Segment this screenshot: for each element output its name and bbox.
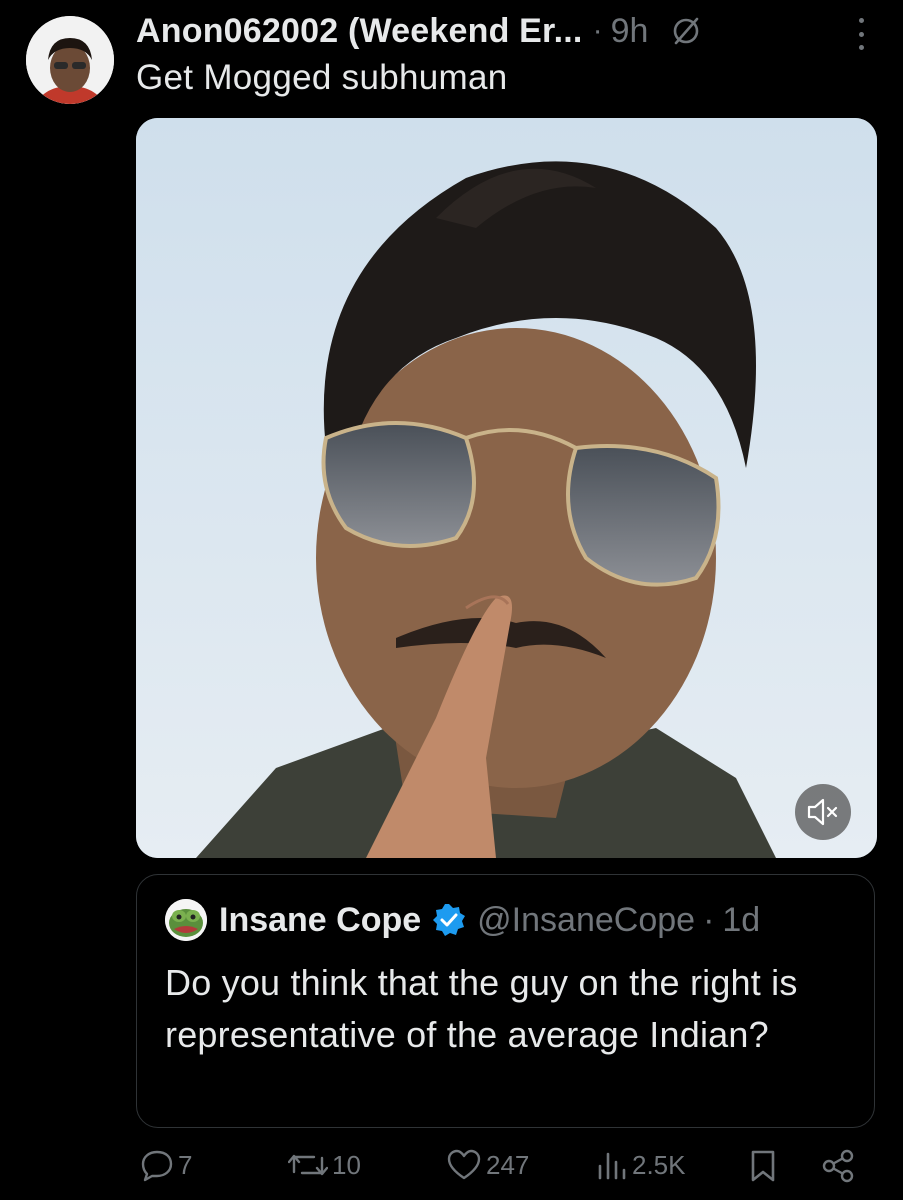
share-icon	[822, 1149, 854, 1183]
quoted-author-avatar[interactable]	[165, 899, 207, 941]
header-separator: ·	[592, 14, 603, 47]
author-avatar[interactable]	[26, 16, 114, 104]
repost-button[interactable]: 10	[288, 1148, 361, 1182]
view-count: 2.5K	[632, 1149, 686, 1180]
like-count: 247	[486, 1149, 530, 1180]
quoted-tweet-text: Do you think that the guy on the right i…	[165, 962, 798, 1055]
quoted-tweet-header: Insane Cope @InsaneCope · 1d	[165, 899, 760, 941]
reply-icon	[141, 1150, 173, 1182]
tweet-timestamp[interactable]: 9h	[611, 12, 649, 51]
tweet-action-bar: 7 10 247 2.5K	[0, 1148, 903, 1198]
like-button[interactable]: 247	[446, 1148, 529, 1182]
reply-button[interactable]: 7	[140, 1148, 192, 1182]
repost-count: 10	[332, 1149, 361, 1180]
quoted-author-name[interactable]: Insane Cope	[219, 901, 421, 940]
volume-mute-icon	[807, 798, 838, 826]
tweet-header: Anon062002 (Weekend Er... · 9h	[136, 8, 863, 54]
views-button[interactable]: 2.5K	[596, 1148, 686, 1182]
repost-icon	[288, 1154, 328, 1176]
analytics-icon	[598, 1152, 626, 1180]
share-button[interactable]	[820, 1148, 856, 1184]
mute-toggle-button[interactable]	[795, 784, 851, 840]
heart-icon	[447, 1149, 481, 1180]
bookmark-icon	[751, 1150, 775, 1182]
quoted-author-handle[interactable]: @InsaneCope	[477, 901, 695, 940]
quoted-tweet[interactable]: Insane Cope @InsaneCope · 1d Do you thin…	[136, 874, 875, 1128]
author-display-name[interactable]: Anon062002 (Weekend Er...	[136, 12, 583, 51]
circle-slash-icon	[670, 15, 702, 47]
tweet-video[interactable]	[136, 118, 877, 858]
reply-count: 7	[178, 1149, 193, 1180]
tweet-text: Get Mogged subhuman	[136, 58, 508, 97]
quoted-separator: ·	[703, 900, 715, 939]
quoted-timestamp[interactable]: 1d	[722, 901, 760, 940]
bookmark-button[interactable]	[748, 1148, 778, 1184]
more-options-icon[interactable]	[857, 18, 865, 50]
verified-badge-icon	[431, 902, 467, 938]
